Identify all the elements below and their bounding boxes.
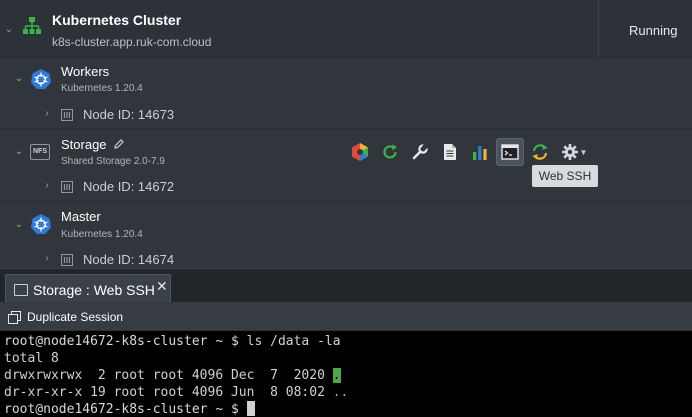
chevron-down-icon[interactable]: ⌄ — [14, 74, 24, 84]
edit-pencil-icon[interactable] — [113, 138, 125, 150]
log-file-icon — [444, 144, 456, 160]
log-button[interactable] — [436, 138, 464, 166]
status-label: Running — [629, 23, 678, 38]
environment-header[interactable]: ⌄ Kubernetes Cluster k8s-cluster.app.ruk… — [0, 0, 692, 58]
statistics-button[interactable] — [466, 138, 494, 166]
nfs-icon: NFS — [30, 144, 50, 160]
environment-domain-link[interactable]: k8s-cluster.app.ruk-com.cloud — [52, 35, 211, 49]
chevron-right-icon[interactable]: › — [42, 109, 52, 119]
chevron-down-icon[interactable]: ⌄ — [14, 147, 24, 157]
kubernetes-icon — [31, 214, 51, 234]
terminal-icon — [501, 144, 519, 160]
listing-name: . — [332, 368, 341, 383]
duplicate-session-label: Duplicate Session — [27, 310, 124, 324]
chevron-right-icon[interactable]: › — [42, 254, 52, 264]
tab-label: Storage : Web SSH — [33, 282, 155, 298]
shell-prompt: root@node14672-k8s-cluster ~ $ — [4, 334, 239, 349]
listing-name: .. — [332, 385, 349, 400]
terminal-icon — [14, 284, 28, 296]
group-workers[interactable]: ⌄ Workers Kubernetes 1.20.4 — [0, 58, 692, 102]
group-version: Kubernetes 1.20.4 — [61, 83, 143, 94]
terminal-cursor — [246, 401, 255, 416]
redeploy-icon — [532, 144, 548, 160]
terminal-line: dr-xr-xr-x 19 root root 4096 Jun 8 08:02… — [4, 384, 692, 401]
terminal-line: total 8 — [4, 351, 59, 366]
environment-topology-icon — [23, 17, 41, 34]
terminal-output[interactable]: root@node14672-k8s-cluster ~ $ ls /data … — [0, 331, 692, 417]
settings-dropdown-button[interactable]: ▼ — [558, 138, 590, 166]
redeploy-button[interactable] — [526, 138, 554, 166]
web-ssh-button[interactable] — [496, 138, 524, 166]
tab-storage-web-ssh[interactable]: Storage : Web SSH ✕ — [5, 274, 171, 303]
restart-icon — [383, 144, 397, 159]
listing-entry: drwxrwxrwx 2 root root 4096 Dec 7 2020 — [4, 368, 333, 383]
environment-panel: ⌄ Kubernetes Cluster k8s-cluster.app.ruk… — [0, 0, 692, 268]
gear-icon — [561, 144, 578, 160]
header-divider — [598, 0, 599, 58]
restart-button[interactable] — [376, 138, 404, 166]
group-version: Shared Storage 2.0-7.9 — [61, 156, 165, 167]
chevron-right-icon[interactable]: › — [42, 181, 52, 191]
group-name: Storage — [61, 137, 107, 152]
close-icon[interactable]: ✕ — [156, 278, 168, 295]
terminal-line: root@node14672-k8s-cluster ~ $ ls /data … — [4, 333, 692, 350]
node-id: Node ID: 14674 — [83, 252, 175, 267]
node-row[interactable]: › Node ID: 14674 — [0, 247, 692, 268]
config-button[interactable] — [406, 138, 434, 166]
row-divider — [0, 128, 692, 129]
duplicate-session-button[interactable]: Duplicate Session — [8, 306, 123, 328]
node-row[interactable]: › Node ID: 14672 — [0, 174, 692, 200]
group-name: Workers — [61, 64, 110, 79]
caret-down-icon: ▼ — [579, 147, 588, 157]
node-icon — [61, 254, 73, 266]
terminal-line: root@node14672-k8s-cluster ~ $ — [4, 401, 692, 417]
duplicate-icon — [8, 310, 21, 324]
terminal-toolbar: Duplicate Session — [0, 302, 692, 331]
environment-title[interactable]: Kubernetes Cluster — [52, 12, 181, 28]
group-master[interactable]: ⌄ Master Kubernetes 1.20.4 — [0, 203, 692, 247]
node-icon — [61, 109, 73, 121]
row-divider — [0, 201, 692, 202]
group-version: Kubernetes 1.20.4 — [61, 229, 143, 240]
listing-entry: dr-xr-xr-x 19 root root 4096 Jun 8 08:02 — [4, 385, 333, 400]
node-row[interactable]: › Node ID: 14673 — [0, 102, 692, 128]
shell-command: ls /data -la — [238, 334, 341, 349]
node-id: Node ID: 14672 — [83, 179, 175, 194]
kubernetes-icon — [31, 69, 51, 89]
addons-button[interactable] — [346, 138, 374, 166]
node-id: Node ID: 14673 — [83, 107, 175, 122]
group-name: Master — [61, 209, 101, 224]
chevron-down-icon[interactable]: ⌄ — [14, 220, 24, 230]
stats-chart-icon — [473, 146, 487, 160]
terminal-line: drwxrwxrwx 2 root root 4096 Dec 7 2020 . — [4, 367, 692, 384]
wrench-icon — [412, 143, 429, 160]
collapse-chevron-icon[interactable]: ⌄ — [4, 25, 14, 35]
node-icon — [61, 181, 73, 193]
shell-prompt: root@node14672-k8s-cluster ~ $ — [4, 402, 239, 417]
addons-icon — [352, 143, 368, 161]
tab-strip: Storage : Web SSH ✕ — [0, 268, 692, 303]
